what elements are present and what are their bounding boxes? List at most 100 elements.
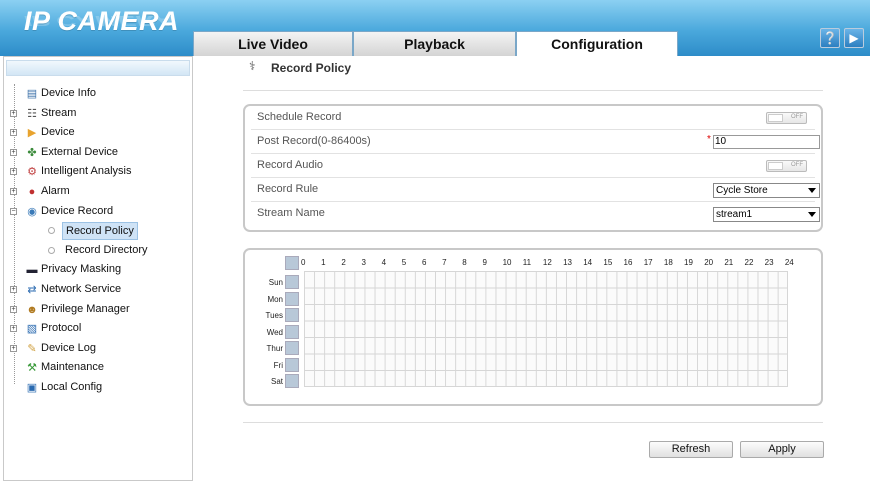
day-select-icon[interactable] xyxy=(285,341,299,355)
hour-label: 13 xyxy=(563,258,572,267)
select-all-icon[interactable] xyxy=(285,256,299,270)
refresh-button[interactable]: Refresh xyxy=(649,441,733,458)
sidebar-item-record-directory[interactable]: Record Directory xyxy=(4,241,192,261)
record-policy-icon: ⚕ xyxy=(249,59,256,73)
post-record-label: Post Record(0-86400s) xyxy=(257,135,371,147)
hour-label: 16 xyxy=(623,258,633,267)
sidebar-item-network-service[interactable]: + ⇄ Network Service xyxy=(4,280,192,300)
sidebar-item-alarm[interactable]: + ● Alarm xyxy=(4,182,192,202)
expand-icon[interactable]: + xyxy=(10,325,17,333)
record-audio-toggle[interactable]: OFF xyxy=(766,160,807,172)
leaf-dot-icon xyxy=(48,246,55,254)
day-label: Mon xyxy=(267,294,283,304)
tab-configuration[interactable]: Configuration xyxy=(516,31,678,56)
record-rule-row: Record Rule Cycle Store xyxy=(251,178,820,202)
hour-label: 24 xyxy=(784,258,794,267)
sidebar-item-maintenance[interactable]: ⚒ Maintenance xyxy=(4,358,192,378)
hour-label: 0 xyxy=(301,258,306,267)
sidebar-item-local-config[interactable]: ▣ Local Config xyxy=(4,378,192,398)
device-record-icon: ◉ xyxy=(27,205,37,218)
day-select-icon[interactable] xyxy=(285,374,299,388)
expand-icon[interactable]: + xyxy=(10,285,17,293)
external-device-icon: ✤ xyxy=(27,146,37,159)
day-select-icon[interactable] xyxy=(285,291,299,306)
hour-label: 23 xyxy=(764,258,774,267)
local-config-icon: ▣ xyxy=(26,381,38,394)
collapse-icon[interactable]: − xyxy=(10,207,17,215)
hour-label: 17 xyxy=(643,258,653,267)
sidebar-item-protocol[interactable]: + ▧ Protocol xyxy=(4,319,192,339)
hour-label: 2 xyxy=(341,258,346,267)
expand-icon[interactable]: + xyxy=(10,344,17,352)
hour-label: 8 xyxy=(462,258,467,267)
logout-icon[interactable]: ▶ xyxy=(844,28,864,48)
day-label: Fri xyxy=(273,360,283,370)
stream-name-select[interactable]: stream1 xyxy=(713,207,820,222)
sidebar-item-device-info[interactable]: ▤ Device Info xyxy=(4,84,192,104)
day-select-icon[interactable] xyxy=(285,275,299,289)
sidebar: ▤ Device Info + ☷ Stream + ▶ Device + ✤ … xyxy=(3,56,193,481)
hour-label: 3 xyxy=(361,258,366,267)
schedule-grid[interactable] xyxy=(304,271,788,387)
privacy-masking-icon: ▬ xyxy=(26,264,38,277)
sidebar-header xyxy=(6,60,190,76)
hour-label: 1 xyxy=(321,258,326,267)
day-select-icon[interactable] xyxy=(285,308,299,322)
leaf-dot-icon xyxy=(48,227,55,235)
hour-label: 7 xyxy=(442,258,447,267)
hour-label: 5 xyxy=(401,258,407,267)
record-audio-label: Record Audio xyxy=(257,159,324,171)
stream-icon: ☷ xyxy=(27,107,37,120)
hour-label: 14 xyxy=(583,258,593,267)
sidebar-item-stream[interactable]: + ☷ Stream xyxy=(4,104,192,124)
tab-live-video[interactable]: Live Video xyxy=(193,31,353,56)
apply-button[interactable]: Apply xyxy=(740,441,824,458)
day-label: Sun xyxy=(268,278,283,287)
sidebar-item-device-log[interactable]: + ✎ Device Log xyxy=(4,339,192,359)
hour-label: 18 xyxy=(663,258,673,267)
alarm-icon: ● xyxy=(28,185,36,198)
sidebar-item-record-policy[interactable]: Record Policy xyxy=(4,221,192,241)
page-title: Record Policy xyxy=(271,61,352,75)
schedule-record-row: Schedule Record OFF xyxy=(251,106,815,130)
main-content: ⚕ Record Policy Schedule Record OFF Post… xyxy=(205,56,870,481)
post-record-input[interactable]: 10 xyxy=(713,135,820,149)
hour-label: 15 xyxy=(603,258,613,267)
day-label: Sat xyxy=(270,377,283,386)
expand-icon[interactable]: + xyxy=(10,305,17,313)
hour-label: 10 xyxy=(502,258,512,267)
tab-playback[interactable]: Playback xyxy=(353,31,516,56)
chevron-down-icon xyxy=(808,212,816,217)
expand-icon[interactable]: + xyxy=(10,148,17,156)
hour-label: 4 xyxy=(381,258,387,267)
expand-icon[interactable]: + xyxy=(10,109,17,117)
post-record-row: Post Record(0-86400s) * 10 xyxy=(251,130,820,154)
network-service-icon: ⇄ xyxy=(27,283,37,296)
help-icon[interactable]: ❔ xyxy=(820,28,840,48)
config-tree: ▤ Device Info + ☷ Stream + ▶ Device + ✤ … xyxy=(4,84,192,398)
users-icon: ☻ xyxy=(26,303,38,316)
sidebar-item-privacy-masking[interactable]: ▬ Privacy Masking xyxy=(4,260,192,280)
schedule-record-toggle[interactable]: OFF xyxy=(766,112,807,124)
record-audio-row: Record Audio OFF xyxy=(251,154,815,178)
day-select-icon[interactable] xyxy=(285,324,299,339)
title-divider xyxy=(243,90,823,91)
stream-name-row: Stream Name stream1 xyxy=(251,202,820,226)
intelligent-analysis-icon: ⚙ xyxy=(27,166,37,179)
chevron-down-icon xyxy=(808,188,816,193)
sidebar-item-device[interactable]: + ▶ Device xyxy=(4,123,192,143)
schedule-record-label: Schedule Record xyxy=(257,111,342,123)
record-rule-select[interactable]: Cycle Store xyxy=(713,183,820,198)
expand-icon[interactable]: + xyxy=(10,187,17,195)
day-select-icon[interactable] xyxy=(285,357,299,372)
sidebar-item-external-device[interactable]: + ✤ External Device xyxy=(4,143,192,163)
sidebar-item-device-record[interactable]: − ◉ Device Record xyxy=(4,202,192,222)
day-label: Tues xyxy=(265,311,284,320)
sidebar-item-privilege-manager[interactable]: + ☻ Privilege Manager xyxy=(4,300,192,320)
sidebar-item-intelligent-analysis[interactable]: + ⚙ Intelligent Analysis xyxy=(4,162,192,182)
expand-icon[interactable]: + xyxy=(10,129,17,137)
stream-name-label: Stream Name xyxy=(257,207,325,219)
hour-label: 11 xyxy=(522,258,532,267)
record-rule-label: Record Rule xyxy=(257,183,319,195)
expand-icon[interactable]: + xyxy=(10,168,17,176)
